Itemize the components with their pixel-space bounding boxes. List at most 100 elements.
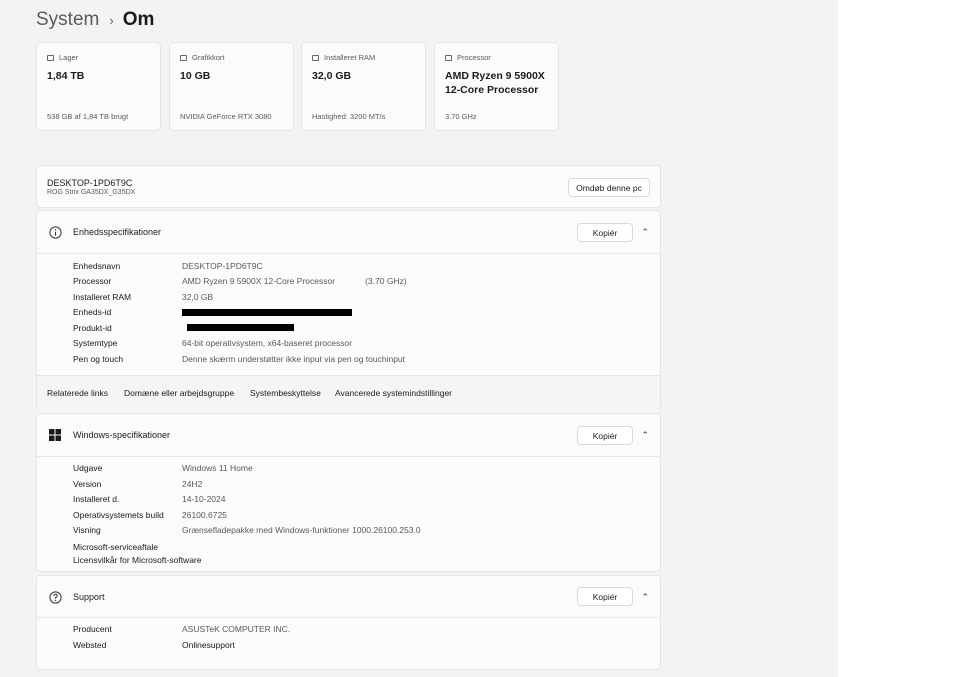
tile-processor[interactable]: Processor AMD Ryzen 9 5900X 12-Core Proc… (434, 42, 559, 131)
spec-key: Pen og touch (73, 354, 124, 364)
tile-label: Installeret RAM (324, 53, 376, 62)
breadcrumb: System › Om (36, 9, 154, 31)
link-domain-workgroup[interactable]: Domæne eller arbejdsgruppe (124, 388, 234, 398)
spec-key: Version (73, 479, 102, 489)
storage-icon (47, 54, 54, 61)
spec-row: Version 24H2 (73, 479, 202, 493)
spec-row: Produkt-id (73, 323, 182, 337)
related-links-bar: Relaterede links Domæne eller arbejdsgru… (37, 375, 660, 413)
tile-sub: 538 GB af 1,84 TB brugt (47, 112, 129, 121)
spec-row: Enhedsnavn DESKTOP-1PD6T9C (73, 261, 263, 275)
settings-page: System › Om Lager 1,84 TB 538 GB af 1,84… (0, 0, 838, 677)
tile-graphics[interactable]: Grafikkort 10 GB NVIDIA GeForce RTX 3080 (169, 42, 294, 131)
tile-value: AMD Ryzen 9 5900X 12-Core Processor (445, 70, 545, 96)
page-title: Om (122, 9, 155, 30)
device-specs-header[interactable]: Enhedsspecifikationer Kopiér ⌃ (37, 211, 660, 253)
spec-value[interactable]: Grænsefladepakke med Windows-funktioner … (182, 525, 421, 539)
link-microsoft-service-agreement[interactable]: Microsoft-serviceaftale (73, 542, 158, 552)
copy-device-specs-button[interactable]: Kopiér (577, 223, 633, 242)
spec-value[interactable]: 26100.6725 (182, 510, 227, 524)
windows-specs-header[interactable]: Windows-specifikationer Kopiér ⌃ (37, 414, 660, 456)
link-microsoft-license-terms[interactable]: Licensvilkår for Microsoft-software (73, 555, 201, 565)
tile-storage[interactable]: Lager 1,84 TB 538 GB af 1,84 TB brugt (36, 42, 161, 131)
section-title: Support (73, 592, 105, 602)
link-advanced-settings[interactable]: Avancerede systemindstillinger (335, 388, 452, 398)
redaction-bar (187, 324, 294, 331)
spec-value[interactable]: ASUSTeK COMPUTER INC. (182, 624, 290, 638)
related-links-title: Relaterede links (47, 388, 108, 398)
spec-row: Operativsystemets build 26100.6725 (73, 510, 227, 524)
support-card: Support Kopiér ⌃ Producent ASUSTeK COMPU… (36, 575, 661, 670)
redaction-bar (182, 309, 352, 316)
spec-row: Visning Grænsefladepakke med Windows-fun… (73, 525, 421, 539)
ram-icon (312, 54, 319, 61)
pc-name: DESKTOP-1PD6T9C (47, 178, 133, 188)
section-title: Windows-specifikationer (73, 430, 171, 440)
spec-key: Udgave (73, 463, 103, 473)
tile-sub: 3.70 GHz (445, 112, 477, 121)
rename-pc-button[interactable]: Omdøb denne pc (568, 178, 650, 197)
spec-value[interactable]: DESKTOP-1PD6T9C (182, 261, 263, 275)
tile-value: 10 GB (180, 70, 211, 82)
device-specs-card: Enhedsspecifikationer Kopiér ⌃ Enhedsnav… (36, 210, 661, 413)
windows-specs-card: Windows-specifikationer Kopiér ⌃ Udgave … (36, 413, 661, 572)
tile-sub: NVIDIA GeForce RTX 3080 (180, 112, 272, 121)
spec-row: Installeret d. 14-10-2024 (73, 494, 225, 508)
info-icon (49, 226, 62, 239)
spec-key: Produkt-id (73, 323, 112, 333)
spec-key: Operativsystemets build (73, 510, 164, 520)
spec-key: Installeret RAM (73, 292, 132, 302)
windows-logo-icon (49, 429, 61, 441)
copy-support-button[interactable]: Kopiér (577, 587, 633, 606)
spec-extra: (3.70 GHz) (365, 276, 407, 286)
spec-row: Systemtype 64-bit operativsystem, x64-ba… (73, 338, 352, 352)
spec-value[interactable]: 32,0 GB (182, 292, 213, 306)
support-header[interactable]: Support Kopiér ⌃ (37, 576, 660, 618)
divider (37, 617, 660, 618)
spec-row: Pen og touch Denne skærm understøtter ik… (73, 354, 405, 368)
spec-key: Producent (73, 624, 112, 634)
spec-key: Processor (73, 276, 112, 286)
tile-value: 1,84 TB (47, 70, 85, 82)
chevron-up-icon[interactable]: ⌃ (641, 592, 649, 603)
divider (37, 456, 660, 457)
help-icon (49, 591, 62, 604)
spec-key: Enhedsnavn (73, 261, 121, 271)
spec-value[interactable]: 14-10-2024 (182, 494, 225, 508)
tile-value: 32,0 GB (312, 70, 352, 82)
chevron-up-icon[interactable]: ⌃ (641, 227, 649, 238)
tile-ram[interactable]: Installeret RAM 32,0 GB Hastighed: 3200 … (301, 42, 426, 131)
online-support-link[interactable]: Onlinesupport (182, 640, 235, 654)
pc-model: ROG Strix GA35DX_G35DX (47, 189, 136, 196)
spec-key: Visning (73, 525, 101, 535)
tile-label: Processor (457, 53, 491, 62)
tile-label: Lager (59, 53, 79, 62)
link-system-protection[interactable]: Systembeskyttelse (250, 388, 321, 398)
spec-row: Enheds-id (73, 307, 182, 321)
spec-value[interactable]: Windows 11 Home (182, 463, 253, 477)
pc-name-card: DESKTOP-1PD6T9C ROG Strix GA35DX_G35DX O… (36, 165, 661, 208)
divider (37, 253, 660, 254)
spec-value[interactable]: 64-bit operativsystem, x64-baseret proce… (182, 338, 352, 352)
spec-row: Producent ASUSTeK COMPUTER INC. (73, 624, 290, 638)
tile-label: Grafikkort (192, 53, 225, 62)
spec-row: Processor AMD Ryzen 9 5900X 12-Core Proc… (73, 276, 407, 290)
spec-key: Enheds-id (73, 307, 112, 317)
gpu-icon (180, 54, 187, 61)
spec-value[interactable]: AMD Ryzen 9 5900X 12-Core Processor (182, 276, 335, 290)
spec-key: Installeret d. (73, 494, 120, 504)
spec-key: Systemtype (73, 338, 118, 348)
breadcrumb-system[interactable]: System (36, 9, 99, 31)
spec-row: Installeret RAM 32,0 GB (73, 292, 213, 306)
chevron-up-icon[interactable]: ⌃ (641, 430, 649, 441)
spec-key: Websted (73, 640, 107, 650)
tile-sub: Hastighed: 3200 MT/s (312, 112, 386, 121)
spec-value[interactable]: Denne skærm understøtter ikke input via … (182, 354, 405, 368)
section-title: Enhedsspecifikationer (73, 227, 162, 237)
spec-row: Udgave Windows 11 Home (73, 463, 253, 477)
cpu-icon (445, 54, 452, 61)
copy-windows-specs-button[interactable]: Kopiér (577, 426, 633, 445)
spec-value[interactable]: 24H2 (182, 479, 202, 493)
spec-row: Websted Onlinesupport (73, 640, 235, 654)
chevron-right-icon: › (109, 12, 114, 28)
